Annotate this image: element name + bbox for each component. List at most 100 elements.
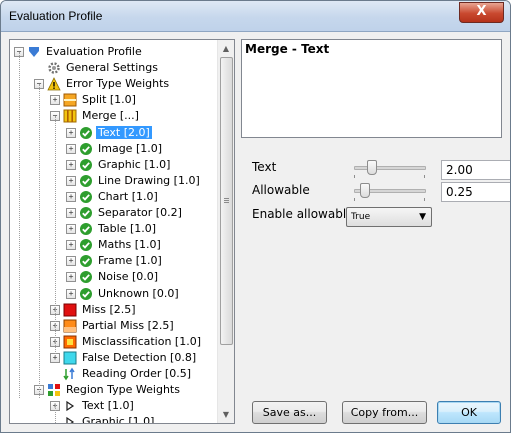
- chevron-down-icon: ▼: [419, 212, 426, 222]
- tree-item-label: Region Type Weights: [66, 383, 180, 397]
- profile-tree: − Evaluation Profile General Settings − Erro…: [9, 39, 235, 424]
- split-icon: [63, 93, 77, 107]
- tree-item[interactable]: + Line Drawing [1.0]: [66, 173, 202, 189]
- slider-thumb[interactable]: [367, 160, 377, 175]
- allowable-slider[interactable]: [354, 181, 426, 201]
- reading-order-icon: [63, 367, 77, 381]
- tree-item[interactable]: + Split [1.0]: [50, 92, 138, 108]
- tree-item[interactable]: + Separator [0.2]: [66, 205, 184, 221]
- expand-icon[interactable]: +: [66, 240, 76, 251]
- tree-item-label: Unknown [0.0]: [98, 286, 179, 300]
- check-icon: [79, 158, 93, 171]
- expand-icon[interactable]: +: [66, 159, 76, 170]
- tree-item[interactable]: + False Detection [0.8]: [50, 350, 198, 366]
- close-button[interactable]: X: [459, 2, 504, 23]
- slider-tick: [354, 175, 355, 178]
- expand-icon[interactable]: +: [66, 224, 76, 235]
- tree-item[interactable]: + Unknown [0.0]: [66, 286, 181, 302]
- tree-item-label: Error Type Weights: [66, 77, 170, 91]
- tree-item[interactable]: + Graphic [1.0]: [66, 157, 172, 173]
- tree-item[interactable]: + Maths [1.0]: [66, 237, 163, 253]
- window-title: Evaluation Profile: [9, 9, 103, 23]
- expand-icon[interactable]: +: [66, 208, 76, 218]
- expand-icon[interactable]: +: [66, 127, 76, 138]
- tree-item[interactable]: − Evaluation Profile: [14, 44, 144, 60]
- tree-guide-line: [55, 116, 56, 356]
- tree-item[interactable]: + Chart [1.0]: [66, 189, 160, 205]
- tree-item[interactable]: − Error Type Weights: [34, 76, 171, 92]
- copy-from-button[interactable]: Copy from...: [342, 401, 427, 424]
- tree-guide-line: [39, 84, 40, 398]
- merge-icon: [63, 109, 77, 123]
- allowable-label: Allowable: [252, 183, 310, 197]
- triangle-icon: [63, 415, 77, 423]
- tree-item[interactable]: + Frame [1.0]: [66, 253, 164, 269]
- slider-track: [354, 166, 426, 170]
- tree-item-label: Noise [0.0]: [98, 270, 159, 284]
- tree-item-label: General Settings: [66, 61, 158, 75]
- tree-item[interactable]: + Table [1.0]: [66, 221, 158, 237]
- check-icon: [79, 142, 93, 155]
- tree-item-label: Partial Miss [2.5]: [82, 318, 174, 332]
- close-icon: X: [476, 4, 487, 19]
- tree-item[interactable]: − Merge [...]: [50, 108, 141, 124]
- expand-icon[interactable]: +: [66, 256, 76, 267]
- check-icon: [79, 190, 93, 203]
- tree-item[interactable]: + Noise [0.0]: [66, 269, 160, 285]
- partial-miss-icon: [63, 319, 77, 333]
- tree-item-label: Text [1.0]: [82, 399, 134, 413]
- tree-item[interactable]: + Image [1.0]: [66, 141, 164, 157]
- check-icon: [79, 270, 93, 284]
- enable-allowable-select[interactable]: True ▼: [346, 207, 432, 227]
- tree-item[interactable]: + Misclassification [1.0]: [50, 334, 203, 350]
- tree-item[interactable]: General Settings: [34, 60, 160, 76]
- title-bar[interactable]: Evaluation Profile X: [1, 1, 510, 32]
- check-icon: [79, 238, 93, 252]
- scroll-thumb[interactable]: [220, 57, 233, 345]
- tree-scrollbar[interactable]: ▲ ▼: [217, 40, 234, 423]
- scroll-up-icon[interactable]: ▲: [218, 40, 234, 57]
- check-icon: [79, 126, 93, 139]
- tree-item[interactable]: Graphic [1.0]: [50, 414, 156, 423]
- tree-item-label: Evaluation Profile: [46, 45, 142, 58]
- tree-item-label: Split [1.0]: [82, 93, 136, 107]
- tree-item[interactable]: Reading Order [0.5]: [50, 366, 193, 382]
- scroll-down-icon[interactable]: ▼: [218, 406, 234, 423]
- region-weights-icon: [47, 383, 61, 397]
- dialog-client: − Evaluation Profile General Settings − Erro…: [9, 39, 510, 424]
- tree-item-label: Merge [...]: [82, 109, 139, 123]
- tree-item[interactable]: + Miss [2.5]: [50, 302, 138, 318]
- expand-icon[interactable]: +: [66, 288, 76, 299]
- text-weight-slider[interactable]: [354, 158, 426, 178]
- warning-icon: [47, 77, 61, 91]
- tree-item-label: Image [1.0]: [98, 141, 163, 155]
- text-weight-input[interactable]: 2.00: [441, 160, 510, 180]
- expand-icon[interactable]: +: [66, 175, 76, 186]
- check-icon: [79, 254, 93, 268]
- expand-icon[interactable]: +: [66, 191, 76, 202]
- tree-item-label: Reading Order [0.5]: [82, 367, 191, 380]
- tree-item-label: Frame [1.0]: [98, 254, 162, 268]
- ok-button[interactable]: OK: [437, 401, 501, 424]
- tree-item-label: Maths [1.0]: [98, 238, 161, 252]
- tree-item-label: Text [2.0]: [96, 125, 152, 139]
- tree-item-label: Miss [2.5]: [82, 302, 136, 316]
- misclassification-icon: [63, 335, 77, 349]
- allowable-input[interactable]: 0.25: [441, 182, 510, 202]
- tree-item[interactable]: − Region Type Weights: [34, 382, 182, 398]
- expand-icon[interactable]: +: [66, 143, 76, 154]
- expand-icon[interactable]: +: [66, 272, 76, 283]
- tree-item-label: Graphic [1.0]: [98, 157, 171, 171]
- save-as-button[interactable]: Save as...: [252, 401, 327, 424]
- tree-item-label: Misclassification [1.0]: [82, 334, 202, 348]
- detail-header: Merge - Text: [245, 42, 330, 56]
- tree-item-label: Separator [0.2]: [98, 206, 182, 219]
- slider-tick: [354, 198, 355, 201]
- slider-thumb[interactable]: [360, 183, 370, 198]
- tree-item[interactable]: + Text [1.0]: [50, 398, 136, 414]
- tree-item[interactable]: + Text [2.0]: [66, 125, 152, 141]
- tree-item[interactable]: + Partial Miss [2.5]: [50, 318, 176, 334]
- grip-line: [224, 202, 229, 203]
- expand-icon[interactable]: +: [50, 95, 60, 106]
- check-icon: [79, 222, 93, 236]
